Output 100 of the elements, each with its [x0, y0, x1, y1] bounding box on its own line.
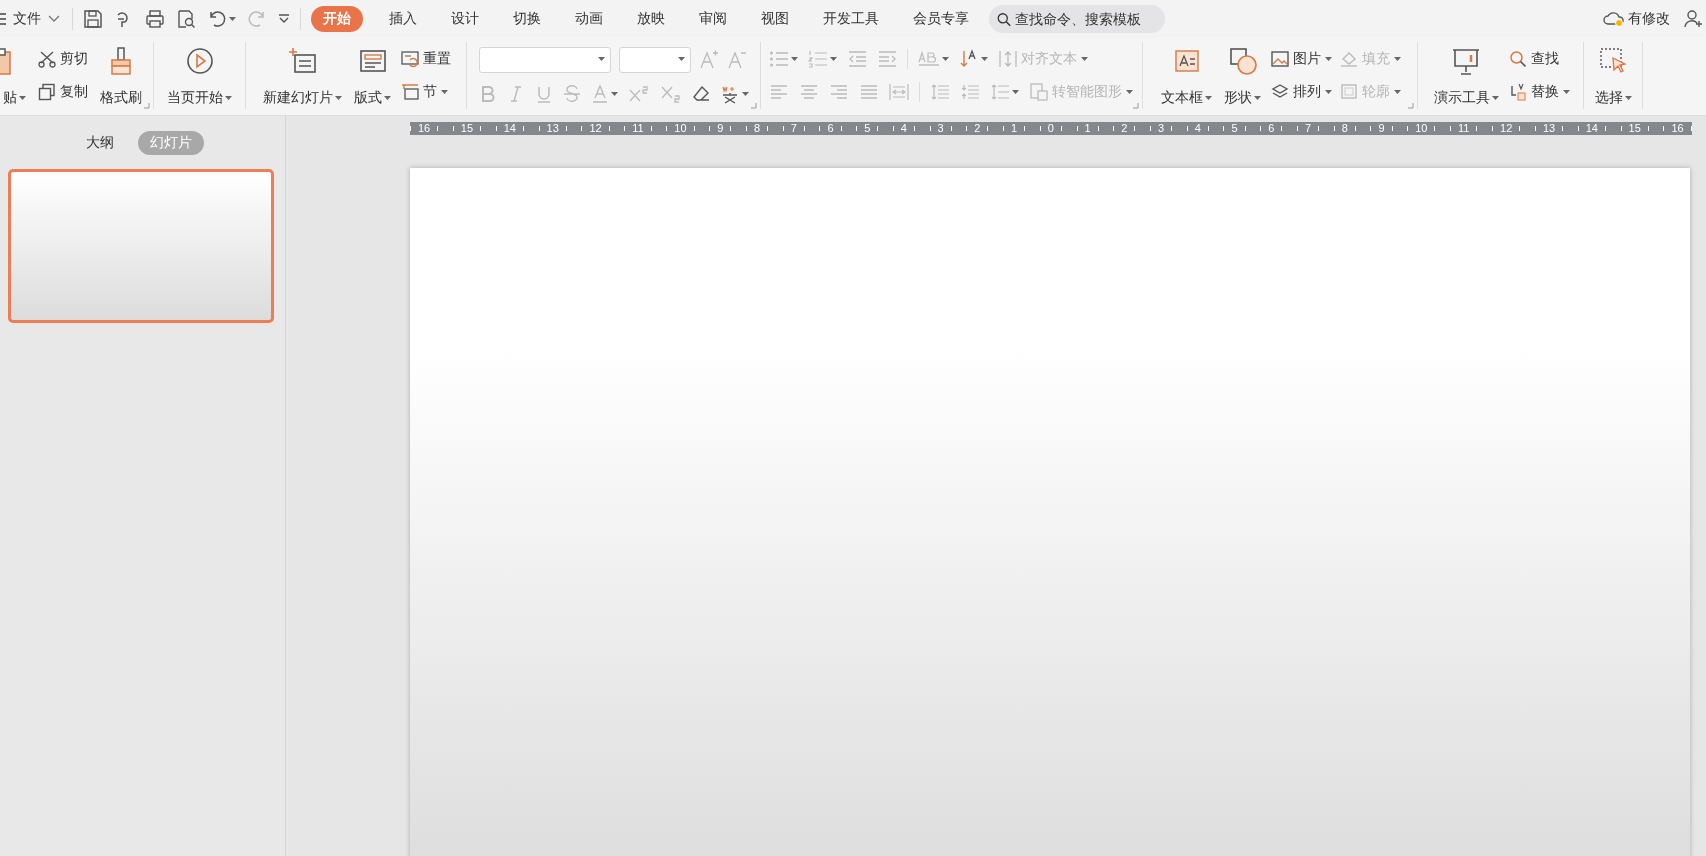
- menu-icon: [0, 13, 6, 25]
- ribbon-button[interactable]: 选择: [1591, 42, 1635, 109]
- ribbon-button[interactable]: 节: [400, 81, 452, 104]
- font-color-icon[interactable]: [590, 84, 609, 103]
- ribbon-button[interactable]: 格式刷: [97, 42, 145, 109]
- cloud-icon: [1603, 10, 1625, 28]
- smart-graphic-icon: [1030, 83, 1048, 102]
- decrease-font-size-icon[interactable]: [726, 50, 747, 71]
- numbered-list-icon[interactable]: [808, 49, 828, 68]
- ruler-number: 1: [1011, 122, 1018, 135]
- shapes-icon: [1227, 46, 1258, 76]
- caret-icon: [741, 91, 749, 96]
- caret-icon: [942, 56, 949, 61]
- caret-icon: [1012, 90, 1019, 95]
- bullet-list-icon[interactable]: [769, 49, 789, 68]
- caret-icon: [229, 17, 236, 21]
- ribbon-button[interactable]: 新建幻灯片: [260, 42, 345, 109]
- ribbon-button[interactable]: 查找: [1507, 47, 1571, 70]
- ribbon-tab[interactable]: 放映: [625, 6, 677, 32]
- ruler-number: 11: [632, 122, 644, 135]
- sync-status-button[interactable]: 有修改: [1603, 10, 1670, 28]
- ribbon-button[interactable]: 文本框: [1158, 42, 1215, 109]
- save-icon[interactable]: [83, 9, 103, 29]
- dialog-launcher-icon[interactable]: [751, 103, 757, 109]
- ribbon-button[interactable]: 替换: [1507, 81, 1571, 104]
- search-field[interactable]: 查找命令、搜索模板: [989, 5, 1165, 33]
- ribbon-button[interactable]: 剪切: [37, 47, 89, 70]
- ribbon-button[interactable]: 版式: [351, 42, 394, 109]
- ruler-number: 13: [1542, 122, 1556, 135]
- section-icon: [401, 83, 419, 102]
- ribbon-tab[interactable]: 切换: [501, 6, 553, 32]
- increase-font-size-icon[interactable]: [698, 50, 719, 71]
- align-text-icon: [999, 49, 1017, 68]
- ruler-number: 16: [1671, 122, 1684, 135]
- customize-toolbar-icon[interactable]: [278, 14, 290, 24]
- ribbon-tab[interactable]: 动画: [563, 6, 615, 32]
- ruler-number: 2: [1121, 122, 1128, 135]
- print-preview-icon[interactable]: [176, 9, 196, 29]
- ruler-number: 4: [1194, 122, 1201, 135]
- align-center-icon[interactable]: [799, 83, 819, 102]
- ruler-number: 16: [418, 122, 431, 135]
- text-direction-icon[interactable]: [918, 49, 940, 68]
- ribbon-button[interactable]: 当页开始: [164, 42, 235, 109]
- ribbon-tab[interactable]: 审阅: [687, 6, 739, 32]
- subscript-icon[interactable]: [659, 84, 682, 103]
- outline-icon: [1340, 83, 1358, 102]
- print-icon[interactable]: [145, 9, 165, 29]
- ribbon-button[interactable]: 形状: [1221, 42, 1264, 109]
- ribbon-tab[interactable]: 插入: [377, 6, 429, 32]
- ruler-number: 15: [460, 122, 474, 135]
- dialog-launcher-icon[interactable]: [1133, 103, 1139, 109]
- replace-icon: [1508, 83, 1527, 102]
- font-size-dropdown[interactable]: [618, 47, 691, 74]
- ribbon-button[interactable]: 排列: [1270, 81, 1333, 104]
- strikethrough-icon[interactable]: [562, 84, 581, 103]
- panel-tab[interactable]: 大纲: [73, 131, 126, 155]
- decrease-indent-icon[interactable]: [847, 49, 867, 68]
- ribbon-tab[interactable]: 设计: [439, 6, 491, 32]
- slide-canvas[interactable]: [410, 168, 1690, 856]
- ruler-number: 0: [1047, 122, 1054, 135]
- scissors-icon: [38, 49, 56, 68]
- line-spacing-icon[interactable]: [930, 83, 950, 102]
- add-user-icon[interactable]: [1684, 10, 1704, 28]
- caret-icon: [830, 56, 837, 61]
- ruler-number: 7: [790, 122, 797, 135]
- dialog-launcher-icon[interactable]: [144, 103, 150, 109]
- search-icon: [1508, 49, 1527, 68]
- file-menu[interactable]: 文件: [0, 10, 66, 28]
- ruler-number: 2: [974, 122, 981, 135]
- distribute-icon[interactable]: [889, 83, 909, 102]
- justify-icon[interactable]: [859, 83, 879, 102]
- ruler-number: 1: [1084, 122, 1091, 135]
- undo-icon[interactable]: [207, 9, 227, 29]
- ribbon-button[interactable]: 贴: [0, 42, 29, 109]
- caret-icon: [791, 56, 798, 61]
- ruler-number: 5: [864, 122, 871, 135]
- spacing-options-icon[interactable]: [990, 83, 1010, 102]
- slide-thumbnail[interactable]: [8, 169, 274, 323]
- ruler-number: 9: [717, 122, 724, 135]
- font-name-dropdown[interactable]: [478, 47, 611, 74]
- paragraph-spacing-icon[interactable]: [960, 83, 980, 102]
- ribbon-tab[interactable]: 视图: [749, 6, 801, 32]
- ruler-number: 7: [1304, 122, 1312, 135]
- redo-icon[interactable]: [247, 9, 267, 29]
- ruler-number: 12: [1500, 122, 1513, 135]
- ruler-number: 5: [1231, 122, 1238, 135]
- ruler-number: 6: [1268, 122, 1275, 135]
- ribbon-button[interactable]: 复制: [37, 81, 89, 104]
- align-left-icon[interactable]: [769, 83, 789, 102]
- superscript-icon[interactable]: [627, 84, 650, 103]
- caret-icon: [981, 56, 988, 61]
- increase-indent-icon[interactable]: [877, 49, 897, 68]
- ribbon-tab[interactable]: 会员专享: [901, 6, 981, 32]
- align-right-icon[interactable]: [829, 83, 849, 102]
- ribbon-button[interactable]: 图片: [1270, 47, 1333, 70]
- dialog-launcher-icon[interactable]: [1408, 103, 1414, 109]
- ribbon-button[interactable]: 重置: [400, 47, 452, 70]
- eraser-icon[interactable]: [691, 84, 710, 103]
- ribbon-button[interactable]: 演示工具: [1430, 42, 1502, 109]
- ribbon-tab[interactable]: 开发工具: [811, 6, 891, 32]
